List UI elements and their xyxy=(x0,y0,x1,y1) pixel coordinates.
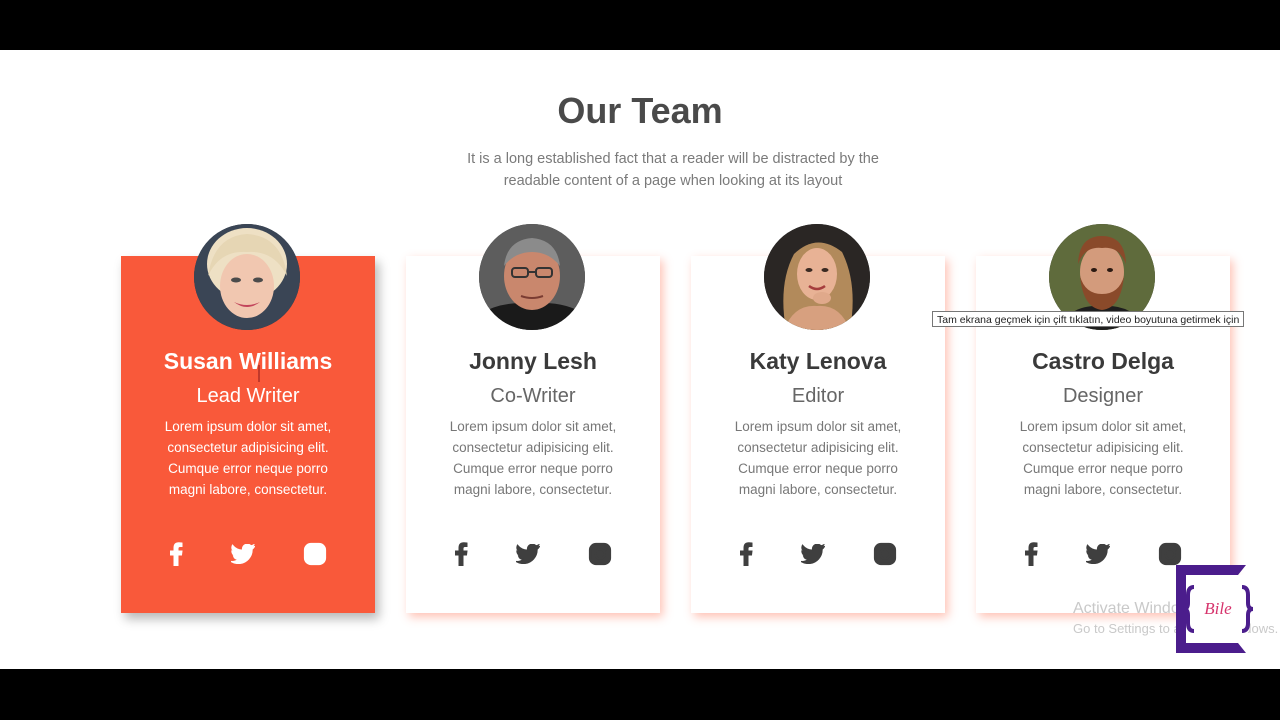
page-content: Our Team It is a long established fact t… xyxy=(0,50,1280,669)
member-name: Katy Lenova xyxy=(749,348,887,374)
member-name: Susan Williams xyxy=(163,348,333,374)
instagram-icon[interactable] xyxy=(870,539,900,569)
member-name: Castro Delga xyxy=(1032,348,1174,374)
twitter-icon[interactable] xyxy=(1083,539,1113,569)
text-cursor-icon xyxy=(258,365,260,382)
team-card-castro-delga[interactable]: Castro Delga Designer Lorem ipsum dolor … xyxy=(976,224,1230,613)
social-links xyxy=(691,539,945,569)
social-links xyxy=(406,539,660,569)
avatar xyxy=(194,224,300,330)
member-role: Co-Writer xyxy=(490,385,576,407)
social-links xyxy=(121,539,375,569)
avatar xyxy=(479,224,585,330)
page-title: Our Team xyxy=(557,90,723,131)
team-card-katy-lenova[interactable]: Katy Lenova Editor Lorem ipsum dolor sit… xyxy=(691,224,945,613)
member-role: Editor xyxy=(791,385,845,407)
twitter-icon[interactable] xyxy=(798,539,828,569)
facebook-icon[interactable] xyxy=(731,539,761,569)
member-description: Lorem ipsum dolor sit amet, consectetur … xyxy=(1019,419,1187,497)
instagram-icon[interactable] xyxy=(585,539,615,569)
facebook-icon[interactable] xyxy=(161,539,191,569)
member-role: Designer xyxy=(1062,385,1144,407)
twitter-icon[interactable] xyxy=(513,539,543,569)
member-description: Lorem ipsum dolor sit amet, consectetur … xyxy=(164,419,332,497)
instagram-icon[interactable] xyxy=(300,539,330,569)
team-card-susan-williams[interactable]: Susan Williams Lead Writer Lorem ipsum d… xyxy=(121,224,375,613)
logo-text: Bile xyxy=(1204,599,1232,618)
facebook-icon[interactable] xyxy=(1016,539,1046,569)
member-name: Jonny Lesh xyxy=(469,348,597,374)
twitter-icon[interactable] xyxy=(228,539,258,569)
video-tooltip: Tam ekrana geçmek için çift tıklatın, vi… xyxy=(932,311,1245,327)
member-role: Lead Writer xyxy=(196,385,300,407)
page-subtitle: It is a long established fact that a rea… xyxy=(467,151,879,189)
team-card-jonny-lesh[interactable]: Jonny Lesh Co-Writer Lorem ipsum dolor s… xyxy=(406,224,660,613)
channel-logo: Bile xyxy=(1176,565,1260,653)
member-description: Lorem ipsum dolor sit amet, consectetur … xyxy=(734,419,902,497)
member-description: Lorem ipsum dolor sit amet, consectetur … xyxy=(449,419,617,497)
facebook-icon[interactable] xyxy=(446,539,476,569)
avatar xyxy=(764,224,870,330)
